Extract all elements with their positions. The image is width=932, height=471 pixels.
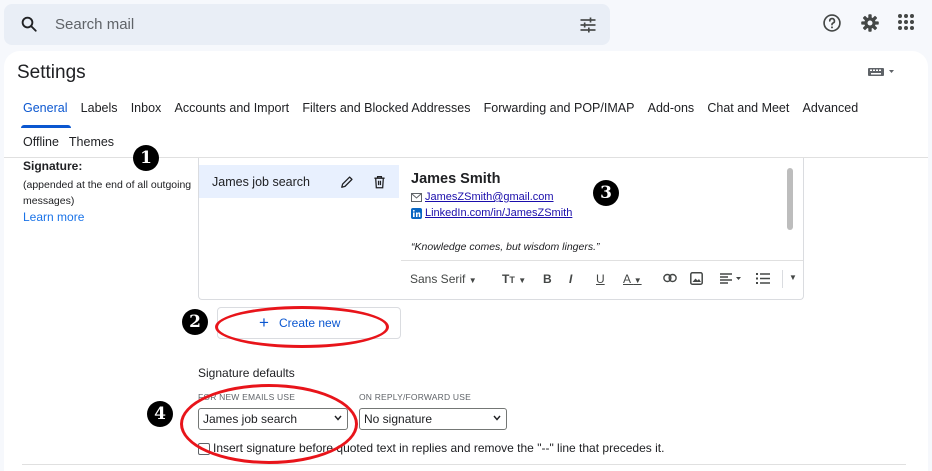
tab-advanced[interactable]: Advanced bbox=[803, 101, 859, 119]
signature-item-name: James job search bbox=[212, 175, 310, 189]
annotation-ring-create-new bbox=[215, 306, 389, 348]
help-icon[interactable] bbox=[822, 13, 842, 33]
trash-icon[interactable] bbox=[373, 175, 386, 189]
editor-email-line: JamesZSmith@gmail.com bbox=[411, 191, 554, 203]
pencil-icon[interactable] bbox=[340, 175, 354, 189]
italic-button[interactable]: I bbox=[569, 272, 572, 286]
signature-label: Signature: bbox=[23, 159, 83, 173]
editor-signature-name: James Smith bbox=[411, 171, 501, 187]
image-icon[interactable] bbox=[690, 272, 703, 285]
tune-icon[interactable] bbox=[578, 15, 598, 35]
tab-accounts-and-import[interactable]: Accounts and Import bbox=[174, 101, 289, 119]
annotation-badge-3: 3 bbox=[593, 180, 619, 206]
font-family-select[interactable]: Sans Serif ▼ bbox=[410, 272, 477, 286]
toolbar-separator bbox=[782, 270, 783, 288]
signature-defaults-title: Signature defaults bbox=[198, 366, 295, 380]
tab-chat-and-meet[interactable]: Chat and Meet bbox=[707, 101, 789, 119]
reply-forward-caption: ON REPLY/FORWARD USE bbox=[359, 392, 471, 402]
search-input[interactable]: Search mail bbox=[55, 16, 134, 33]
more-options-icon[interactable]: ▼ bbox=[789, 273, 797, 282]
tab-labels[interactable]: Labels bbox=[81, 101, 118, 119]
editor-linkedin-link[interactable]: LinkedIn.com/in/JamesZSmith bbox=[425, 207, 572, 219]
underline-button[interactable]: U bbox=[596, 272, 605, 286]
chevron-down-icon bbox=[493, 415, 501, 421]
section-divider bbox=[22, 464, 906, 465]
tab-inbox[interactable]: Inbox bbox=[131, 101, 162, 119]
annotation-ring-new-emails bbox=[180, 384, 358, 464]
formatting-toolbar: Sans Serif ▼ TT ▼ B I U A ▼ ▼ bbox=[401, 261, 803, 299]
reply-forward-signature-select[interactable]: No signature bbox=[359, 408, 507, 430]
annotation-badge-4: 4 bbox=[147, 401, 173, 427]
gear-icon[interactable] bbox=[860, 13, 880, 33]
tab-general[interactable]: General bbox=[23, 101, 67, 119]
bold-button[interactable]: B bbox=[543, 272, 552, 286]
mail-icon bbox=[411, 192, 422, 202]
editor-quote: “Knowledge comes, but wisdom lingers.” bbox=[411, 241, 600, 253]
signature-list-item[interactable]: James job search bbox=[199, 165, 399, 198]
search-icon[interactable] bbox=[20, 15, 38, 33]
active-tab-indicator bbox=[21, 125, 71, 128]
tab-themes[interactable]: Themes bbox=[69, 135, 114, 149]
learn-more-link[interactable]: Learn more bbox=[23, 210, 84, 224]
link-icon[interactable] bbox=[663, 273, 677, 283]
tab-offline[interactable]: Offline bbox=[23, 135, 59, 149]
numbered-list-icon[interactable] bbox=[756, 273, 770, 284]
page-title: Settings bbox=[17, 62, 86, 83]
editor-linkedin-line: LinkedIn.com/in/JamesZSmith bbox=[411, 207, 572, 219]
settings-tabs-row2: Offline Themes bbox=[23, 135, 124, 149]
tab-filters[interactable]: Filters and Blocked Addresses bbox=[302, 101, 470, 119]
editor-scrollbar-thumb[interactable] bbox=[787, 168, 793, 230]
apps-icon[interactable] bbox=[897, 13, 915, 31]
signature-description: (appended at the end of all outgoing mes… bbox=[23, 179, 192, 207]
tab-add-ons[interactable]: Add-ons bbox=[648, 101, 695, 119]
editor-email-link[interactable]: JamesZSmith@gmail.com bbox=[425, 191, 554, 203]
align-icon[interactable] bbox=[720, 273, 742, 284]
text-color-button[interactable]: A ▼ bbox=[623, 272, 642, 286]
keyboard-icon[interactable] bbox=[868, 67, 896, 77]
linkedin-icon bbox=[411, 207, 422, 219]
search-bar[interactable]: Search mail bbox=[4, 4, 610, 45]
reply-forward-signature-value: No signature bbox=[364, 412, 433, 426]
tab-forwarding[interactable]: Forwarding and POP/IMAP bbox=[484, 101, 635, 119]
annotation-badge-2: 2 bbox=[182, 309, 208, 335]
settings-tabs: General Labels Inbox Accounts and Import… bbox=[23, 101, 871, 119]
annotation-badge-1: 1 bbox=[133, 145, 159, 171]
font-size-select[interactable]: TT ▼ bbox=[502, 272, 526, 286]
